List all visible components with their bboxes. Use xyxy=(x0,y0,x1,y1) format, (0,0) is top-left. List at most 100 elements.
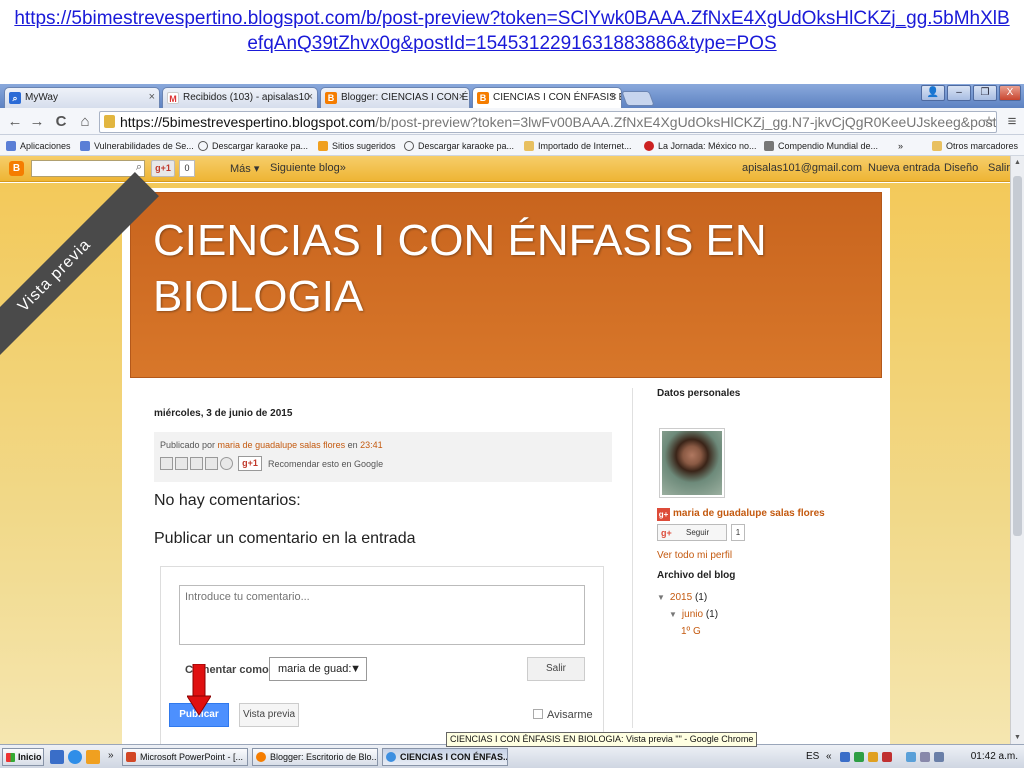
diseno-link[interactable]: Diseño xyxy=(944,162,978,174)
tab-ciencias-preview[interactable]: B CIENCIAS I CON ÉNFASIS EN × xyxy=(472,87,622,108)
search-icon[interactable]: ⌕ xyxy=(136,161,142,174)
comment-textarea[interactable] xyxy=(179,585,585,645)
tab-label: Blogger: CIENCIAS I CON ÉN xyxy=(341,92,470,103)
chrome-window: ⌕ MyWay × M Recibidos (103) - apisalas10… xyxy=(0,84,1024,744)
scrollbar-thumb[interactable] xyxy=(1013,176,1022,536)
collapse-arrow-icon[interactable]: ▼ xyxy=(669,610,677,619)
siguiente-blog-link[interactable]: Siguiente blog» xyxy=(270,162,346,174)
blog-search-input[interactable]: ⌕ xyxy=(31,160,145,177)
scroll-down-icon[interactable]: ▼ xyxy=(1014,734,1021,741)
notify-checkbox[interactable]: Avisarme xyxy=(533,709,593,721)
taskbar-label: CIENCIAS I CON ÉNFAS... xyxy=(400,752,508,762)
bookmark-compendio[interactable]: Compendio Mundial de... xyxy=(764,139,878,153)
salir-link[interactable]: Salir xyxy=(988,162,1010,174)
archive-year-2015[interactable]: ▼ 2015 (1) xyxy=(657,592,707,603)
close-tab-icon[interactable]: × xyxy=(307,88,313,107)
media-player-icon[interactable] xyxy=(86,750,100,764)
more-bookmarks-chevron[interactable]: » xyxy=(898,139,903,153)
tab-gmail[interactable]: M Recibidos (103) - apisalas10 × xyxy=(162,87,318,108)
archive-month-junio[interactable]: ▼ junio (1) xyxy=(669,609,718,620)
post-time-link[interactable]: 23:41 xyxy=(360,440,383,450)
folder-icon xyxy=(932,141,942,151)
antivirus-icon[interactable] xyxy=(882,752,892,762)
quicklaunch-chevron[interactable]: » xyxy=(108,750,114,761)
internet-explorer-icon[interactable] xyxy=(68,750,82,764)
bookmark-karaoke-2[interactable]: Descargar karaoke pa... xyxy=(404,139,514,153)
tab-myway[interactable]: ⌕ MyWay × xyxy=(4,87,160,108)
view-profile-link[interactable]: Ver todo mi perfil xyxy=(657,550,732,561)
reload-icon[interactable]: C xyxy=(52,113,70,131)
collapse-arrow-icon[interactable]: ▼ xyxy=(657,593,665,602)
security-icon[interactable] xyxy=(854,752,864,762)
salir-button[interactable]: Salir xyxy=(527,657,585,681)
network-icon[interactable] xyxy=(840,752,850,762)
back-icon[interactable]: ← xyxy=(6,113,24,131)
bookmark-icon xyxy=(764,141,774,151)
close-tab-icon[interactable]: × xyxy=(149,88,155,107)
taskbar-ciencias[interactable]: CIENCIAS I CON ÉNFAS... xyxy=(382,748,508,766)
comment-form: Comentar como: ▼maria de guad: Salir Pub… xyxy=(160,566,604,744)
user-icon[interactable]: 👤 xyxy=(921,85,945,101)
bookmark-sitios-sugeridos[interactable]: Sitios sugeridos xyxy=(318,139,396,153)
close-tab-icon[interactable]: × xyxy=(459,88,465,107)
close-tab-icon[interactable]: × xyxy=(611,88,617,107)
start-button[interactable]: Inicio xyxy=(2,748,44,766)
show-desktop-icon[interactable] xyxy=(50,750,64,764)
blogger-logo-icon[interactable]: B xyxy=(9,161,24,176)
home-icon[interactable]: ⌂ xyxy=(76,113,94,131)
update-icon[interactable] xyxy=(868,752,878,762)
bookmark-otros[interactable]: Otros marcadores xyxy=(932,139,1018,153)
follow-button[interactable]: g+ Seguir xyxy=(657,524,727,541)
archive-label[interactable]: 1º G xyxy=(681,626,701,637)
bookmark-karaoke-1[interactable]: Descargar karaoke pa... xyxy=(198,139,308,153)
profile-name-link[interactable]: g+ maria de guadalupe salas flores xyxy=(657,508,825,521)
printer-icon[interactable] xyxy=(920,752,930,762)
archive-label[interactable]: 2015 xyxy=(670,592,692,603)
blog-title[interactable]: CIENCIAS I CON ÉNFASIS EN BIOLOGIA xyxy=(153,213,853,325)
pinterest-share-icon[interactable] xyxy=(220,457,233,470)
slide-url-text[interactable]: https://5bimestrevespertino.blogspot.com… xyxy=(0,0,1024,80)
facebook-share-icon[interactable] xyxy=(205,457,218,470)
volume-icon[interactable] xyxy=(934,752,944,762)
bookmark-vulnerabilidades[interactable]: Vulnerabilidades de Se... xyxy=(80,139,194,153)
mas-menu[interactable]: Más ▾ xyxy=(230,162,259,175)
twitter-share-icon[interactable] xyxy=(190,457,203,470)
bookmark-label: Descargar karaoke pa... xyxy=(212,141,309,151)
checkbox-icon[interactable] xyxy=(533,709,543,719)
blog-share-icon[interactable] xyxy=(175,457,188,470)
user-email: apisalas101@gmail.com xyxy=(742,162,863,174)
address-bar[interactable]: https://5bimestrevespertino.blogspot.com… xyxy=(99,111,997,133)
preview-button[interactable]: Vista previa xyxy=(239,703,299,727)
nueva-entrada-link[interactable]: Nueva entrada xyxy=(868,162,940,174)
profile-photo[interactable] xyxy=(659,428,725,498)
forward-icon[interactable]: → xyxy=(28,113,46,131)
bookmark-star-icon[interactable]: ☆ xyxy=(980,112,998,130)
tab-blogger-dashboard[interactable]: B Blogger: CIENCIAS I CON ÉN × xyxy=(320,87,470,108)
bookmark-aplicaciones[interactable]: Aplicaciones xyxy=(6,139,71,153)
gplus-button[interactable]: g+1 xyxy=(151,160,175,177)
notify-label: Avisarme xyxy=(547,709,593,721)
language-indicator[interactable]: ES xyxy=(806,748,819,766)
monitor-icon[interactable] xyxy=(906,752,916,762)
scroll-up-icon[interactable]: ▲ xyxy=(1014,159,1021,166)
clock[interactable]: 01:42 a.m. xyxy=(971,748,1018,766)
chrome-menu-icon[interactable]: ≡ xyxy=(1003,113,1021,131)
taskbar-blogger[interactable]: Blogger: Escritorio de Blo... xyxy=(252,748,378,766)
bookmark-la-jornada[interactable]: La Jornada: México no... xyxy=(644,139,757,153)
new-tab-button[interactable] xyxy=(621,91,655,106)
comment-as-select[interactable]: ▼ maria de guad: xyxy=(269,657,367,681)
close-window-button[interactable]: X xyxy=(999,85,1021,101)
gplus-share-button[interactable]: g+1 xyxy=(238,456,262,471)
taskbar-powerpoint[interactable]: Microsoft PowerPoint - [... xyxy=(122,748,248,766)
bookmark-importado[interactable]: Importado de Internet... xyxy=(524,139,632,153)
restore-button[interactable]: ❐ xyxy=(973,85,997,101)
vertical-scrollbar[interactable]: ▲ ▼ xyxy=(1010,156,1024,744)
email-share-icon[interactable] xyxy=(160,457,173,470)
folder-icon xyxy=(524,141,534,151)
tray-chevron[interactable]: « xyxy=(826,748,832,766)
archive-label[interactable]: junio xyxy=(682,609,703,620)
author-link[interactable]: maria de guadalupe salas flores xyxy=(218,440,346,450)
minimize-button[interactable]: – xyxy=(947,85,971,101)
gplus-count: 0 xyxy=(179,160,195,177)
archive-post-1g[interactable]: 1º G xyxy=(681,626,701,637)
